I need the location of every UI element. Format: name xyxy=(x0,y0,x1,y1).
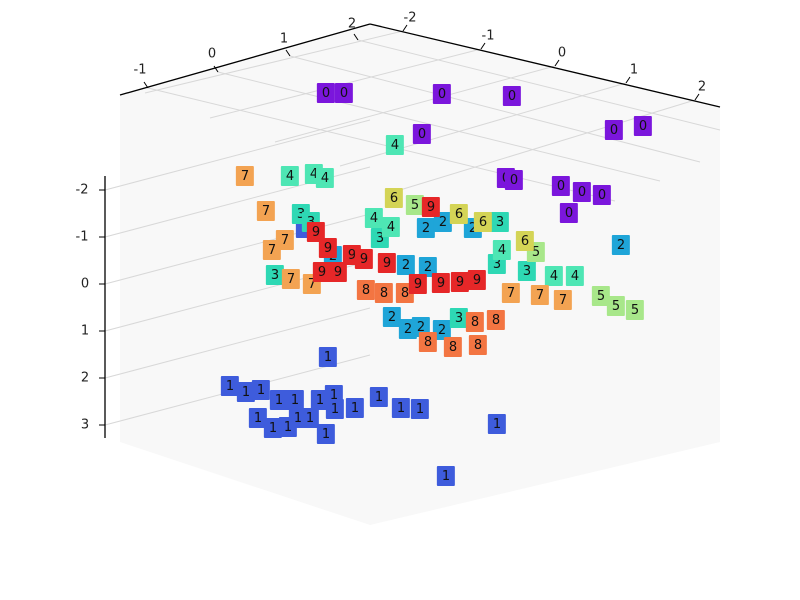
scatter-point: 4 xyxy=(281,166,299,186)
scatter-point: 9 xyxy=(468,270,486,290)
scatter-point: 7 xyxy=(257,201,275,221)
scatter-point: 6 xyxy=(516,231,534,251)
ticks-z xyxy=(99,190,105,425)
scatter-point: 1 xyxy=(317,424,335,444)
scatter-point: 8 xyxy=(419,332,437,352)
ztick-3: 3 xyxy=(81,418,89,433)
ztick-0: 0 xyxy=(81,277,89,292)
scatter-point: 8 xyxy=(375,283,393,303)
scatter-point: 4 xyxy=(566,266,584,286)
scatter-point: 6 xyxy=(450,204,468,224)
scatter-point: 8 xyxy=(469,335,487,355)
ytick--1: -1 xyxy=(482,29,495,44)
scatter-point: 0 xyxy=(433,84,451,104)
scatter-point: 7 xyxy=(531,285,549,305)
ztick--2: -2 xyxy=(76,183,89,198)
scatter-point: 3 xyxy=(518,261,536,281)
scatter-point: 0 xyxy=(560,203,578,223)
scatter-point: 4 xyxy=(316,168,334,188)
xtick-2: 2 xyxy=(348,17,356,32)
ztick--1: -1 xyxy=(76,230,89,245)
scatter-point: 4 xyxy=(382,217,400,237)
scatter-point: 9 xyxy=(432,273,450,293)
scatter-point: 7 xyxy=(236,166,254,186)
scatter-point: 0 xyxy=(573,182,591,202)
scatter-point: 1 xyxy=(252,380,270,400)
scatter-point: 9 xyxy=(329,262,347,282)
scatter-point: 9 xyxy=(451,272,469,292)
scatter-point: 0 xyxy=(505,170,523,190)
ytick-1: 1 xyxy=(630,63,638,78)
scatter-point: 7 xyxy=(282,269,300,289)
scatter-point: 7 xyxy=(263,240,281,260)
xtick-1: 1 xyxy=(280,32,288,47)
scatter-point: 8 xyxy=(466,312,484,332)
scatter-point: 8 xyxy=(444,337,462,357)
scatter-point: 4 xyxy=(545,266,563,286)
scatter-point: 0 xyxy=(593,185,611,205)
scatter-point: 1 xyxy=(370,387,388,407)
scatter-point: 9 xyxy=(319,238,337,258)
scatter-point: 1 xyxy=(392,398,410,418)
scatter-point: 5 xyxy=(626,300,644,320)
scatter-point: 0 xyxy=(413,124,431,144)
scatter-point: 1 xyxy=(346,398,364,418)
chart-3d-scatter: -1 0 1 2 -2 -1 0 1 2 -2 -1 0 1 2 3 00000… xyxy=(0,0,800,600)
ztick-2: 2 xyxy=(81,371,89,386)
scatter-point: 5 xyxy=(607,296,625,316)
scatter-point: 4 xyxy=(386,135,404,155)
scatter-point: 4 xyxy=(365,208,383,228)
scatter-point: 1 xyxy=(488,414,506,434)
scatter-point: 0 xyxy=(605,120,623,140)
scatter-point: 7 xyxy=(554,290,572,310)
ytick--2: -2 xyxy=(404,11,417,26)
scatter-point: 8 xyxy=(357,280,375,300)
scatter-point: 9 xyxy=(378,253,396,273)
scatter-point: 9 xyxy=(409,274,427,294)
scatter-point: 0 xyxy=(552,176,570,196)
scatter-point: 0 xyxy=(634,116,652,136)
scatter-point: 7 xyxy=(502,283,520,303)
scatter-point: 6 xyxy=(474,212,492,232)
scatter-point: 2 xyxy=(612,235,630,255)
scatter-point: 0 xyxy=(503,86,521,106)
scatter-point: 2 xyxy=(417,218,435,238)
xtick--1: -1 xyxy=(134,63,147,78)
scatter-point: 1 xyxy=(437,466,455,486)
scatter-point: 2 xyxy=(397,255,415,275)
scatter-point: 3 xyxy=(491,212,509,232)
scatter-point: 6 xyxy=(385,188,403,208)
scatter-point: 1 xyxy=(326,399,344,419)
scatter-point: 0 xyxy=(317,83,335,103)
scatter-point: 9 xyxy=(355,249,373,269)
scatter-point: 8 xyxy=(487,310,505,330)
scatter-point: 1 xyxy=(319,347,337,367)
scatter-point: 1 xyxy=(286,390,304,410)
ytick-2: 2 xyxy=(698,80,706,95)
ztick-1: 1 xyxy=(81,324,89,339)
scatter-point: 0 xyxy=(335,83,353,103)
xtick-0: 0 xyxy=(208,47,216,62)
scatter-point: 4 xyxy=(493,240,511,260)
scatter-point: 1 xyxy=(411,399,429,419)
ytick-0: 0 xyxy=(558,46,566,61)
scatter-point: 9 xyxy=(422,197,440,217)
